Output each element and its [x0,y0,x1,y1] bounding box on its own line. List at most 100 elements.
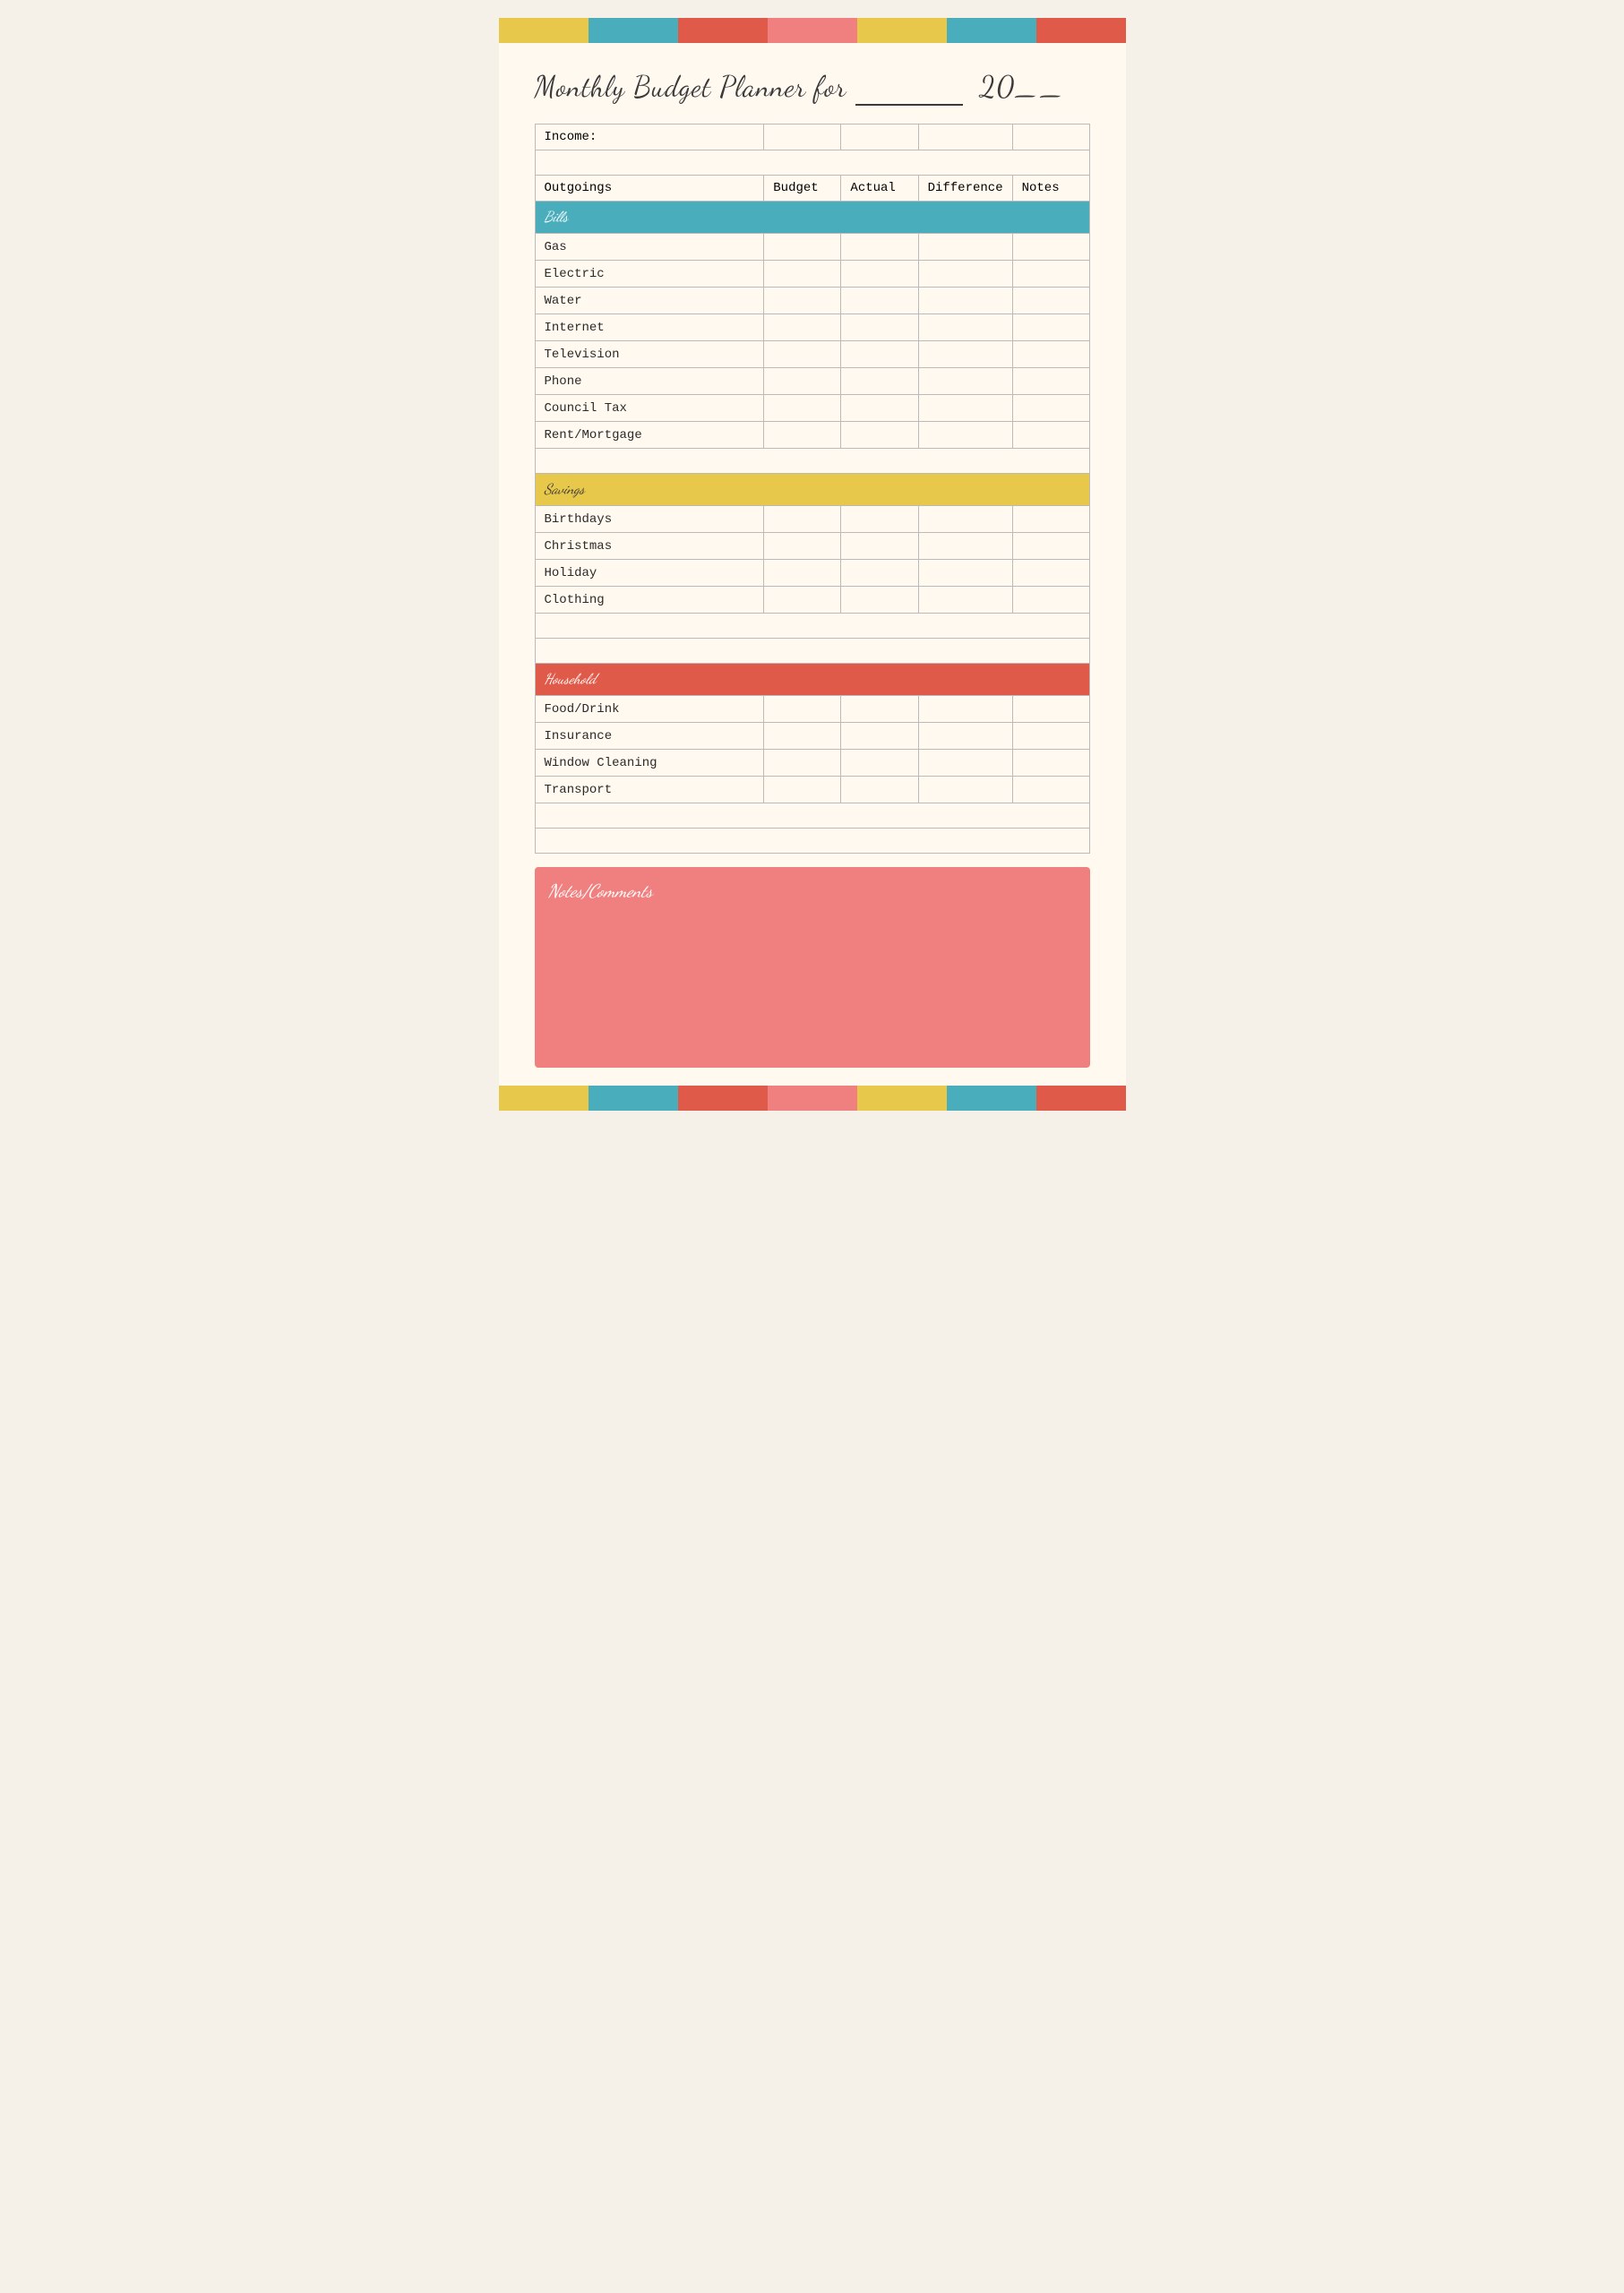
window-cleaning-notes[interactable] [1012,750,1089,777]
notes-section: Notes/Comments [535,867,1090,1068]
rent-mortgage-actual[interactable] [841,422,918,449]
gas-notes[interactable] [1012,234,1089,261]
notes-col-header: Notes [1012,176,1089,202]
birthdays-actual[interactable] [841,506,918,533]
water-notes[interactable] [1012,288,1089,314]
bar-segment-3 [678,18,768,43]
food-drink-actual[interactable] [841,696,918,723]
income-budget[interactable] [764,125,841,150]
gas-budget[interactable] [764,234,841,261]
transport-diff[interactable] [918,777,1012,803]
holiday-actual[interactable] [841,560,918,587]
clothing-row: Clothing [535,587,1089,614]
clothing-diff[interactable] [918,587,1012,614]
gas-actual[interactable] [841,234,918,261]
food-drink-label: Food/Drink [535,696,764,723]
bar-segment-7 [1036,18,1126,43]
television-actual[interactable] [841,341,918,368]
savings-section-header: Savings [535,474,1089,506]
gas-label: Gas [535,234,764,261]
water-budget[interactable] [764,288,841,314]
food-drink-diff[interactable] [918,696,1012,723]
income-actual[interactable] [841,125,918,150]
rent-mortgage-notes[interactable] [1012,422,1089,449]
television-diff[interactable] [918,341,1012,368]
gas-diff[interactable] [918,234,1012,261]
income-label: Income: [535,125,764,150]
council-tax-row: Council Tax [535,395,1089,422]
window-cleaning-actual[interactable] [841,750,918,777]
television-notes[interactable] [1012,341,1089,368]
income-diff[interactable] [918,125,1012,150]
phone-actual[interactable] [841,368,918,395]
birthdays-diff[interactable] [918,506,1012,533]
electric-budget[interactable] [764,261,841,288]
income-notes[interactable] [1012,125,1089,150]
holiday-notes[interactable] [1012,560,1089,587]
clothing-notes[interactable] [1012,587,1089,614]
clothing-budget[interactable] [764,587,841,614]
water-actual[interactable] [841,288,918,314]
electric-notes[interactable] [1012,261,1089,288]
christmas-row: Christmas [535,533,1089,560]
title-line[interactable] [855,70,963,106]
internet-budget[interactable] [764,314,841,341]
empty-row-1 [535,150,1089,176]
council-tax-notes[interactable] [1012,395,1089,422]
council-tax-budget[interactable] [764,395,841,422]
notes-content-area[interactable] [548,911,1077,1054]
christmas-label: Christmas [535,533,764,560]
insurance-actual[interactable] [841,723,918,750]
water-label: Water [535,288,764,314]
internet-notes[interactable] [1012,314,1089,341]
phone-budget[interactable] [764,368,841,395]
insurance-budget[interactable] [764,723,841,750]
notes-section-title: Notes/Comments [548,880,1077,902]
bottom-bar-segment-6 [947,1086,1036,1111]
food-drink-notes[interactable] [1012,696,1089,723]
title-area: Monthly Budget Planner for 20__ [499,43,1126,124]
bottom-bar-segment-5 [857,1086,947,1111]
birthdays-budget[interactable] [764,506,841,533]
transport-row: Transport [535,777,1089,803]
water-diff[interactable] [918,288,1012,314]
television-row: Television [535,341,1089,368]
television-budget[interactable] [764,341,841,368]
household-empty-row-2 [535,829,1089,854]
bar-segment-6 [947,18,1036,43]
holiday-diff[interactable] [918,560,1012,587]
insurance-notes[interactable] [1012,723,1089,750]
actual-col-header: Actual [841,176,918,202]
christmas-notes[interactable] [1012,533,1089,560]
christmas-budget[interactable] [764,533,841,560]
transport-budget[interactable] [764,777,841,803]
bottom-bar-segment-2 [589,1086,678,1111]
rent-mortgage-diff[interactable] [918,422,1012,449]
christmas-diff[interactable] [918,533,1012,560]
council-tax-diff[interactable] [918,395,1012,422]
clothing-label: Clothing [535,587,764,614]
transport-notes[interactable] [1012,777,1089,803]
birthdays-notes[interactable] [1012,506,1089,533]
transport-actual[interactable] [841,777,918,803]
window-cleaning-budget[interactable] [764,750,841,777]
internet-actual[interactable] [841,314,918,341]
water-row: Water [535,288,1089,314]
television-label: Television [535,341,764,368]
bar-segment-2 [589,18,678,43]
window-cleaning-diff[interactable] [918,750,1012,777]
electric-diff[interactable] [918,261,1012,288]
food-drink-budget[interactable] [764,696,841,723]
council-tax-actual[interactable] [841,395,918,422]
phone-diff[interactable] [918,368,1012,395]
phone-notes[interactable] [1012,368,1089,395]
christmas-actual[interactable] [841,533,918,560]
rent-mortgage-budget[interactable] [764,422,841,449]
holiday-budget[interactable] [764,560,841,587]
insurance-diff[interactable] [918,723,1012,750]
internet-diff[interactable] [918,314,1012,341]
household-empty-row-1 [535,803,1089,829]
outgoings-label: Outgoings [535,176,764,202]
electric-actual[interactable] [841,261,918,288]
clothing-actual[interactable] [841,587,918,614]
